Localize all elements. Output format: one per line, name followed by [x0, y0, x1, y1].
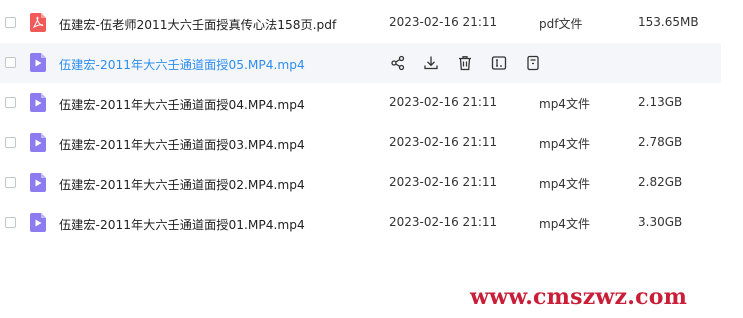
- file-name[interactable]: 伍建宏-2011年大六壬通道面授04.MP4.mp4: [59, 95, 305, 113]
- file-date: 2023-02-16 21:11: [389, 215, 498, 229]
- row-checkbox[interactable]: [5, 137, 16, 148]
- download-icon[interactable]: [422, 54, 440, 72]
- file-date: 2023-02-16 21:11: [389, 95, 498, 109]
- file-row[interactable]: 伍建宏-2011年大六壬通道面授02.MP4.mp4 2023-02-16 21…: [0, 163, 721, 203]
- video-icon: [30, 213, 46, 232]
- file-type: mp4文件: [539, 217, 590, 231]
- file-name[interactable]: 伍建宏-2011年大六壬通道面授03.MP4.mp4: [59, 135, 305, 153]
- pdf-icon: [30, 13, 46, 32]
- video-icon: [30, 93, 46, 112]
- file-size: 153.65MB: [638, 15, 699, 29]
- file-row[interactable]: 伍建宏-2011年大六壬通道面授01.MP4.mp4 2023-02-16 21…: [0, 203, 721, 243]
- file-size: 2.78GB: [638, 135, 683, 149]
- row-checkbox[interactable]: [5, 217, 16, 228]
- video-icon: [30, 53, 46, 72]
- delete-icon[interactable]: [456, 54, 474, 72]
- file-type: mp4文件: [539, 137, 590, 151]
- row-checkbox[interactable]: [5, 97, 16, 108]
- file-type: pdf文件: [539, 17, 583, 31]
- file-name[interactable]: 伍建宏-2011年大六壬通道面授05.MP4.mp4: [59, 55, 305, 73]
- video-icon: [30, 173, 46, 192]
- file-date: 2023-02-16 21:11: [389, 175, 498, 189]
- file-size: 3.30GB: [638, 215, 683, 229]
- row-checkbox[interactable]: [5, 17, 16, 28]
- file-list: 伍建宏-伍老师2011大六壬面授真传心法158页.pdf 2023-02-16 …: [0, 3, 743, 243]
- file-row[interactable]: 伍建宏-2011年大六壬通道面授05.MP4.mp4: [0, 43, 721, 83]
- file-date: 2023-02-16 21:11: [389, 15, 498, 29]
- video-icon: [30, 133, 46, 152]
- file-name[interactable]: 伍建宏-伍老师2011大六壬面授真传心法158页.pdf: [59, 15, 336, 33]
- more-icon[interactable]: [524, 54, 542, 72]
- file-type: mp4文件: [539, 177, 590, 191]
- file-name[interactable]: 伍建宏-2011年大六壬通道面授01.MP4.mp4: [59, 215, 305, 233]
- file-name[interactable]: 伍建宏-2011年大六壬通道面授02.MP4.mp4: [59, 175, 305, 193]
- rename-icon[interactable]: [490, 54, 508, 72]
- watermark: www.cmszwz.com: [470, 284, 688, 310]
- file-size: 2.82GB: [638, 175, 683, 189]
- file-type: mp4文件: [539, 97, 590, 111]
- file-size: 2.13GB: [638, 95, 683, 109]
- row-checkbox[interactable]: [5, 57, 16, 68]
- file-row[interactable]: 伍建宏-2011年大六壬通道面授03.MP4.mp4 2023-02-16 21…: [0, 123, 721, 163]
- file-row[interactable]: 伍建宏-伍老师2011大六壬面授真传心法158页.pdf 2023-02-16 …: [0, 3, 721, 43]
- row-checkbox[interactable]: [5, 177, 16, 188]
- share-icon[interactable]: [389, 54, 407, 72]
- file-row[interactable]: 伍建宏-2011年大六壬通道面授04.MP4.mp4 2023-02-16 21…: [0, 83, 721, 123]
- file-date: 2023-02-16 21:11: [389, 135, 498, 149]
